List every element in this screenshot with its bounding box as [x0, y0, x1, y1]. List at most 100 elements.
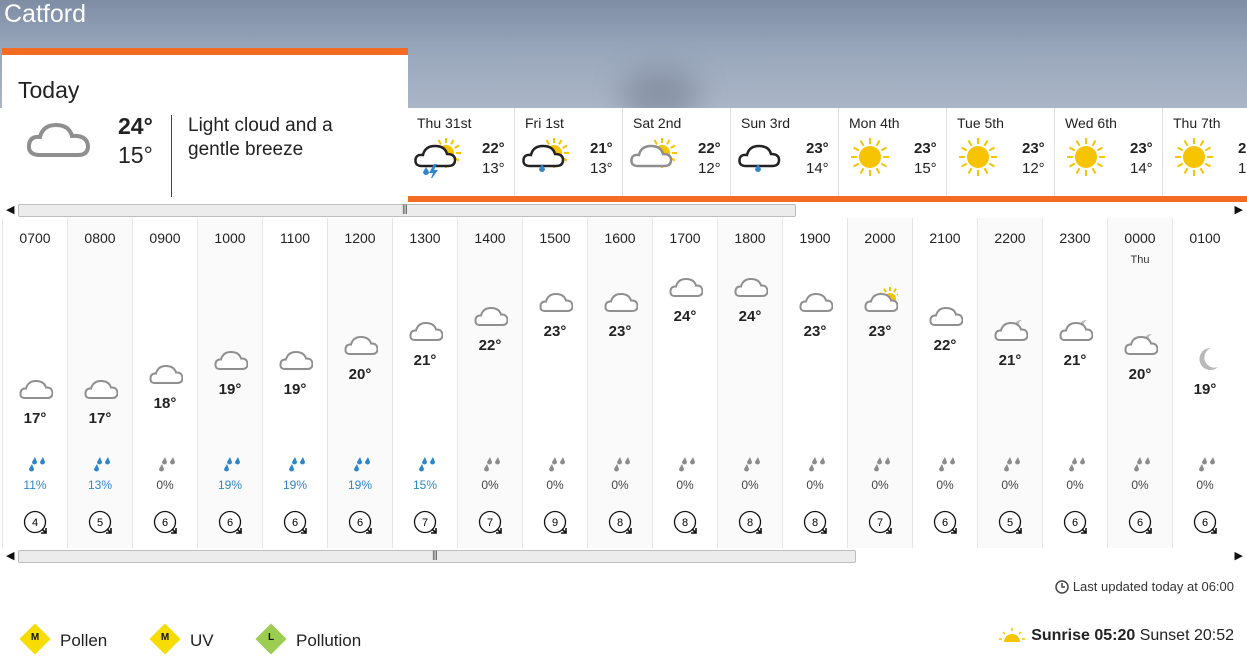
day-low-temp: 13° [590, 160, 613, 177]
wind-speed: 6 [292, 517, 298, 529]
wind-speed: 6 [162, 517, 168, 529]
day-low-temp: 15° [914, 160, 937, 177]
hour-column[interactable]: 1300 21° 15% 7 [392, 218, 457, 548]
rain-chance: 19% [217, 478, 243, 492]
hour-time: 0700 [19, 230, 51, 246]
rain-chance: 0% [1196, 478, 1214, 492]
hour-column[interactable]: 0000 Thu 20° 0% 6 [1107, 218, 1172, 548]
hour-column[interactable]: 1000 19° 19% 6 [197, 218, 262, 548]
day-label: Sat 2nd [633, 115, 682, 131]
rain-sun-cloud-icon [520, 136, 572, 178]
hour-temp: 21° [1063, 352, 1087, 369]
rain-chance: 11% [23, 478, 47, 492]
hour-time: 1800 [734, 230, 766, 246]
today-description: Light cloud and a gentle breeze [188, 115, 333, 160]
divider [171, 115, 172, 197]
grip-icon: ||| [402, 204, 408, 215]
wind-speed: 5 [1007, 517, 1013, 529]
hour-temp: 17° [88, 410, 112, 427]
wind-speed: 6 [1202, 517, 1208, 529]
wind-direction-icon: 7 [868, 510, 892, 534]
hourly-forecast: 0700 17° 11% 4 0800 17° 13% 5 0900 18° 0… [0, 218, 1247, 548]
hour-column[interactable]: 1900 23° 0% 8 [782, 218, 847, 548]
hour-column[interactable]: 1700 24° 0% 8 [652, 218, 717, 548]
rain-drops-icon [874, 457, 890, 472]
hour-time: 2000 [864, 230, 896, 246]
wind-direction-icon: 8 [803, 510, 827, 534]
day-card[interactable]: Sat 2nd 22° 12° [624, 108, 732, 202]
wind-direction-icon: 6 [1193, 510, 1217, 534]
rain-drops-icon [419, 457, 435, 472]
hours-scrollbar[interactable]: ◀ ||| ▶ [0, 548, 1247, 564]
cloud-icon [344, 330, 379, 358]
hour-column[interactable]: 1200 20° 19% 6 [327, 218, 392, 548]
rain-chance: 0% [1131, 478, 1149, 492]
hour-column[interactable]: 1800 24° 0% 8 [717, 218, 782, 548]
scroll-left-icon[interactable]: ◀ [6, 202, 14, 218]
rain-chance: 0% [741, 478, 759, 492]
hour-column[interactable]: 1400 22° 0% 7 [457, 218, 522, 548]
wind-speed: 6 [227, 517, 233, 529]
day-card[interactable]: Tue 5th 23° 12° [948, 108, 1056, 202]
sunset-time: Sunset 20:52 [1139, 627, 1234, 644]
hour-time: 1600 [604, 230, 636, 246]
rain-drops-icon [29, 457, 45, 472]
hour-column[interactable]: 0700 17° 11% 4 [2, 218, 67, 548]
day-card[interactable]: Wed 6th 23° 14° [1056, 108, 1164, 202]
hour-column[interactable]: 0800 17° 13% 5 [67, 218, 132, 548]
scroll-left-icon[interactable]: ◀ [6, 548, 14, 564]
hour-column[interactable]: 1100 19° 19% 6 [262, 218, 327, 548]
day-card[interactable]: Thu 7th 2 1 [1164, 108, 1247, 202]
hour-column[interactable]: 0100 19° 0% 6 [1172, 218, 1237, 548]
wind-speed: 7 [422, 517, 428, 529]
wind-speed: 6 [1137, 517, 1143, 529]
scroll-thumb[interactable]: ||| [18, 204, 796, 217]
hour-column[interactable]: 1600 23° 0% 8 [587, 218, 652, 548]
rain-chance: 13% [87, 478, 113, 492]
wind-direction-icon: 8 [738, 510, 762, 534]
cloud-icon [669, 272, 704, 300]
rain-drops-icon [354, 457, 370, 472]
cloud-icon [84, 374, 119, 402]
wind-speed: 8 [747, 517, 753, 529]
today-title: Today [18, 77, 80, 103]
day-card[interactable]: Fri 1st 21° 13° [516, 108, 624, 202]
moon-icon [1189, 345, 1223, 373]
hour-column[interactable]: 2000 23° 0% 7 [847, 218, 912, 548]
days-scrollbar[interactable]: ◀ ||| ▶ [0, 202, 1247, 218]
wind-direction-icon: 6 [283, 510, 307, 534]
sun-icon [844, 136, 896, 178]
rain-chance: 0% [806, 478, 824, 492]
hour-column[interactable]: 2300 21° 0% 6 [1042, 218, 1107, 548]
hour-temp: 19° [283, 381, 307, 398]
day-label: Wed 6th [1065, 115, 1117, 131]
rain-drops-icon [939, 457, 955, 472]
sunrise-time: Sunrise 05:20 [1031, 627, 1136, 644]
cloud-icon [539, 287, 574, 315]
hour-column[interactable]: 2200 21° 0% 5 [977, 218, 1042, 548]
wind-direction-icon: 8 [673, 510, 697, 534]
day-label: Tue 5th [957, 115, 1004, 131]
rain-chance: 0% [1066, 478, 1084, 492]
day-low-temp: 12° [698, 160, 721, 177]
hour-column[interactable]: 0900 18° 0% 6 [132, 218, 197, 548]
scroll-thumb[interactable]: ||| [18, 550, 856, 563]
hour-temp: 24° [738, 308, 762, 325]
day-high-temp: 23° [806, 140, 829, 157]
wind-speed: 9 [552, 517, 558, 529]
today-panel[interactable]: Today 24° 15° Light cloud and a gentle b… [2, 48, 408, 202]
scroll-right-icon[interactable]: ▶ [1235, 202, 1243, 218]
rain-drops-icon [224, 457, 240, 472]
hour-time: 0800 [84, 230, 116, 246]
day-card[interactable]: Mon 4th 23° 15° [840, 108, 948, 202]
hour-temp: 22° [478, 337, 502, 354]
day-card[interactable]: Thu 31st 22° 13° [408, 108, 516, 202]
scroll-right-icon[interactable]: ▶ [1235, 548, 1243, 564]
day-card[interactable]: Sun 3rd 23° 14° [732, 108, 840, 202]
hour-temp: 19° [218, 381, 242, 398]
hour-column[interactable]: 2100 22° 0% 6 [912, 218, 977, 548]
day-high-temp: 22° [698, 140, 721, 157]
grip-icon: ||| [432, 550, 438, 561]
rain-chance: 0% [481, 478, 499, 492]
hour-column[interactable]: 1500 23° 0% 9 [522, 218, 587, 548]
